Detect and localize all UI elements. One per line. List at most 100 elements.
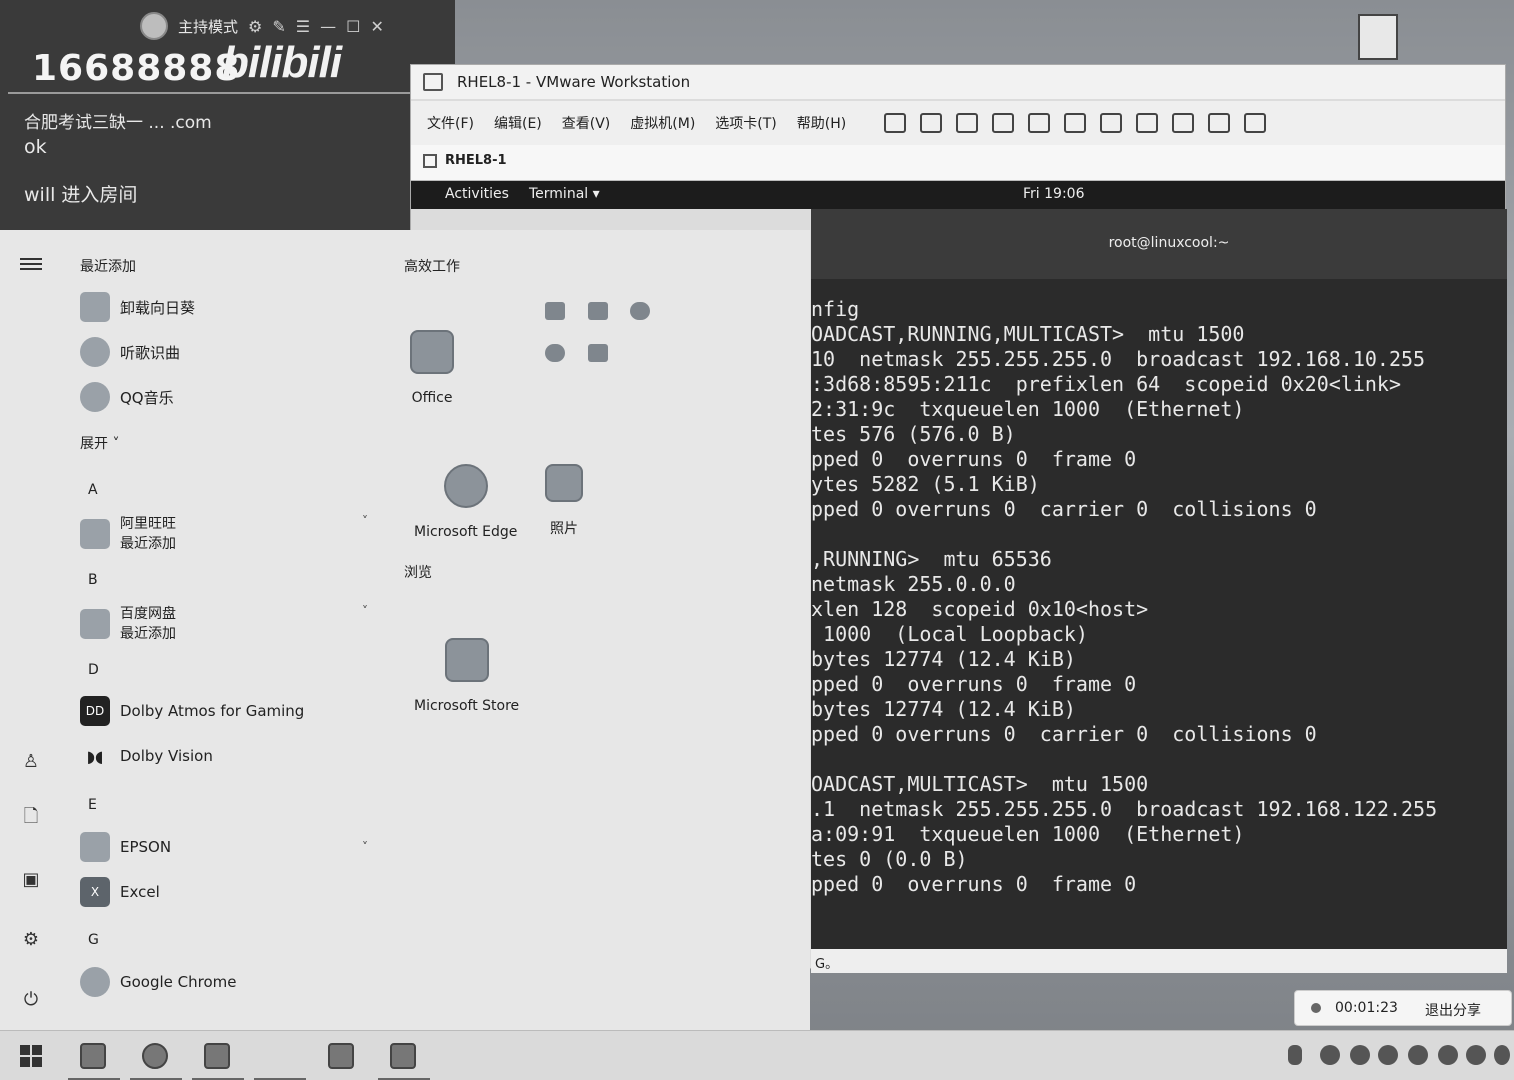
edit-icon[interactable]: ✎ [272,17,285,36]
menu-edit[interactable]: 编辑(E) [494,113,542,133]
app-item[interactable]: DD Dolby Atmos for Gaming [80,696,304,726]
menu-tabs[interactable]: 选项卡(T) [715,113,776,133]
windows-start-icon[interactable] [20,1045,42,1067]
terminal-menu[interactable]: Terminal ▾ [529,186,600,202]
terminal-output[interactable]: nfig OADCAST,RUNNING,MULTICAST> mtu 1500… [811,297,1507,897]
chat-message: ok [24,136,47,158]
vmware-taskbar-icon[interactable] [204,1043,230,1069]
app-item[interactable]: 百度网盘 最近添加 [80,604,176,644]
unity-icon[interactable] [1172,113,1195,133]
vmware-icon [423,73,443,91]
stretch-icon[interactable] [1244,113,1267,133]
list-icon[interactable]: ☰ [296,17,310,36]
desktop-file-icon[interactable] [1358,14,1398,60]
tray-icon[interactable] [1494,1045,1510,1065]
user-icon[interactable]: ♙ [20,750,42,772]
tab-rhel8[interactable]: RHEL8-1 [423,153,507,168]
library-icon[interactable] [1064,113,1087,133]
vm-tab-bar: RHEL8-1 [411,145,1505,181]
tile-store[interactable]: Microsoft Store [414,638,519,714]
window-title: RHEL8-1 - VMware Workstation [457,73,691,91]
thumbnail-icon[interactable] [1100,113,1123,133]
menu-vm[interactable]: 虚拟机(M) [630,113,695,133]
tile-edge[interactable]: Microsoft Edge [414,464,517,540]
minimize-icon[interactable]: — [320,17,336,36]
tray-icon[interactable] [1466,1045,1486,1065]
clock[interactable]: Fri 19:06 [1023,186,1084,202]
letter-header[interactable]: G [88,932,99,948]
dolby-vision-icon: ◗◖ [80,741,110,771]
app-icon[interactable] [266,1043,292,1069]
terminal-window[interactable]: root@linuxcool:~ nfig OADCAST,RUNNING,MU… [811,209,1507,949]
hamburger-icon[interactable] [20,258,42,270]
chrome-icon[interactable] [142,1043,168,1069]
console-icon[interactable] [1208,113,1231,133]
excel-icon: X [80,877,110,907]
settings-icon[interactable]: ⚙ [248,17,262,36]
letter-header[interactable]: A [88,482,98,498]
divider [8,92,428,94]
app-label: Google Chrome [120,973,237,991]
app-item[interactable]: ◗◖ Dolby Vision [80,741,213,771]
menu-file[interactable]: 文件(F) [427,113,474,133]
power-icon[interactable]: ⏻ [20,988,42,1010]
app-item[interactable]: 卸载向日葵 [80,292,195,322]
maximize-icon[interactable]: ☐ [346,17,360,36]
chevron-down-icon[interactable]: ˅ [362,514,368,528]
app-item[interactable]: Google Chrome [80,967,237,997]
tile-label: Microsoft Store [414,698,520,714]
record-dot-icon [1311,1003,1321,1013]
tray-icon[interactable] [1408,1045,1428,1065]
pause-icon[interactable] [884,113,907,133]
close-icon[interactable]: ✕ [370,17,383,36]
letter-header[interactable]: E [88,797,97,813]
tray-icon[interactable] [1438,1045,1458,1065]
expand-button[interactable]: 展开 ˅ [80,433,119,453]
vm-icon [423,153,437,168]
word-icon[interactable] [545,302,565,320]
tile-office[interactable]: Office [410,330,454,406]
vmware-menubar: 文件(F) 编辑(E) 查看(V) 虚拟机(M) 选项卡(T) 帮助(H) [411,101,1505,145]
send-keys-icon[interactable] [920,113,943,133]
microphone-icon[interactable] [1288,1045,1302,1065]
app-item[interactable]: X Excel [80,877,160,907]
chevron-down-icon[interactable]: ˅ [362,604,368,618]
app-item[interactable]: 听歌识曲 [80,337,180,367]
documents-icon[interactable]: 🗋 [20,806,42,830]
app-label: Dolby Atmos for Gaming [120,702,305,720]
menu-help[interactable]: 帮助(H) [797,113,846,133]
tray-icon[interactable] [1320,1045,1340,1065]
app-item[interactable]: 阿里旺旺 最近添加 [80,514,176,554]
fullscreen-icon[interactable] [1136,113,1159,133]
revert-snapshot-icon[interactable] [992,113,1015,133]
snapshot-icon[interactable] [956,113,979,133]
onedrive-icon[interactable] [630,302,650,320]
chevron-down-icon[interactable]: ˅ [362,840,368,854]
avatar[interactable] [140,12,168,40]
app-sublabel: 最近添加 [120,626,176,642]
media-icon[interactable] [328,1043,354,1069]
chat-message: will 进入房间 [24,184,138,206]
outlook-icon[interactable] [588,344,608,362]
excel-icon[interactable] [588,302,608,320]
chat-message: 合肥考试三缺一 ... .com [24,113,212,133]
host-mode-label: 主持模式 [178,17,239,36]
tray-icon[interactable] [1378,1045,1398,1065]
letter-header[interactable]: D [88,662,99,678]
file-explorer-icon[interactable] [80,1043,106,1069]
letter-header[interactable]: B [88,572,98,588]
tray-icon[interactable] [1350,1045,1370,1065]
app-item[interactable]: EPSON [80,832,171,862]
teams-icon[interactable] [545,344,565,362]
snapshot-manager-icon[interactable] [1028,113,1051,133]
menu-view[interactable]: 查看(V) [562,113,611,133]
bilibili-logo: bilibili [222,38,342,87]
tile-photos[interactable]: 照片 [545,464,583,538]
activities-button[interactable]: Activities [445,186,509,202]
exit-share-button[interactable]: 退出分享 [1425,1000,1481,1020]
pictures-icon[interactable]: ▣ [20,868,42,890]
terminal-taskbar-icon[interactable] [390,1043,416,1069]
app-sublabel: 最近添加 [120,536,176,552]
settings-icon[interactable]: ⚙ [20,928,42,950]
app-item[interactable]: QQ音乐 [80,382,174,412]
